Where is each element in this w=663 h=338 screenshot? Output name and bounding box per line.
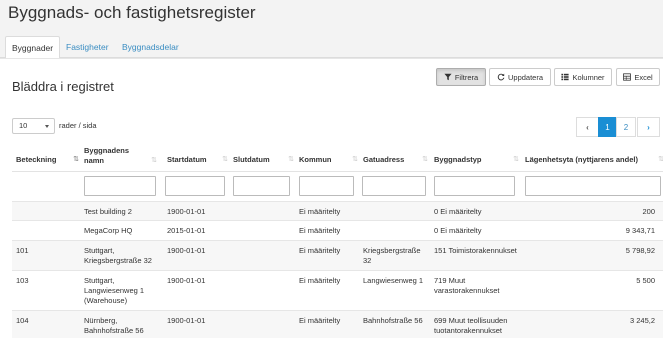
cell-startdatum: 2015-01-01 <box>167 226 206 235</box>
chevron-down-icon <box>45 125 49 128</box>
table-row[interactable]: 103 Stuttgart, Langwiesenweg 1 (Warehous… <box>12 270 663 310</box>
filter-input-startdatum[interactable] <box>165 176 225 196</box>
column-header-byggnadens-namn[interactable]: Byggnadens namn ⇅ <box>84 146 157 166</box>
column-header-byggnadstyp[interactable]: Byggnadstyp ⇅ <box>434 155 519 165</box>
table-row[interactable]: 104 Nürnberg, Bahnhofstraße 56 1900-01-0… <box>12 310 663 338</box>
filter-input-byggnadstyp[interactable] <box>434 176 515 196</box>
chevron-left-icon: ‹ <box>586 122 589 132</box>
cell-lagenhetsyta: 200 <box>642 207 655 216</box>
tab-bar: Byggnader Fastigheter Byggnadsdelar <box>0 36 663 59</box>
chevron-right-icon: › <box>647 122 650 132</box>
cell-byggnadens-namn: Test building 2 <box>84 207 132 216</box>
cell-gatuadress: Kriegsbergstraße 32 <box>363 246 421 265</box>
column-header-lagenhetsyta[interactable]: Lägenhetsyta (nyttjarens andel) ⇅ <box>525 155 663 165</box>
filter-input-lagenhetsyta[interactable] <box>525 176 661 196</box>
columns-button-label: Kolumner <box>572 72 605 82</box>
cell-byggnadstyp: 699 Muut teollisuuden tuotantorakennukse… <box>434 316 508 335</box>
table-row[interactable]: MegaCorp HQ 2015-01-01 Ei määritelty 0 E… <box>12 220 663 240</box>
filter-button-label: Filtrera <box>454 72 479 82</box>
sort-icon: ⇅ <box>352 156 358 163</box>
cell-lagenhetsyta: 5 798,92 <box>625 246 655 255</box>
excel-button-label: Excel <box>634 72 653 82</box>
sort-icon: ⇅ <box>513 156 519 163</box>
prev-page-button[interactable]: ‹ <box>576 117 599 137</box>
page-title: Byggnads- och fastighetsregister <box>8 3 256 22</box>
sort-icon: ⇅ <box>422 156 428 163</box>
cell-gatuadress: Bahnhofstraße 56 <box>363 316 423 325</box>
cell-lagenhetsyta: 3 245,2 <box>629 316 655 325</box>
filter-input-kommun[interactable] <box>299 176 354 196</box>
columns-button[interactable]: Kolumner <box>554 68 612 86</box>
header-divider <box>12 171 663 172</box>
cell-beteckning: 101 <box>16 246 29 255</box>
column-header-startdatum[interactable]: Startdatum ⇅ <box>167 155 228 165</box>
cell-byggnadens-namn: Stuttgart, Kriegsbergstraße 32 <box>84 246 152 265</box>
tab-fastigheter[interactable]: Fastigheter <box>60 36 115 58</box>
cell-byggnadens-namn: Stuttgart, Langwiesenweg 1 (Warehouse) <box>84 276 145 305</box>
sort-icon: ⇅ <box>151 157 157 164</box>
sort-icon: ⇅ <box>658 156 663 163</box>
refresh-icon <box>497 73 505 81</box>
cell-byggnadstyp: 151 Toimistorakennukset <box>434 246 517 255</box>
cell-gatuadress: Langwiesenweg 1 <box>363 276 424 285</box>
tab-byggnadsdelar[interactable]: Byggnadsdelar <box>116 36 185 58</box>
refresh-button[interactable]: Uppdatera <box>489 68 551 86</box>
sort-icon: ⇅ <box>222 156 228 163</box>
page-button-1[interactable]: 1 <box>598 117 617 137</box>
funnel-icon <box>444 73 452 81</box>
filter-input-slutdatum[interactable] <box>233 176 290 196</box>
column-header-kommun[interactable]: Kommun ⇅ <box>299 155 358 165</box>
cell-byggnadstyp: 0 Ei määritelty <box>434 207 482 216</box>
cell-beteckning: 104 <box>16 316 29 325</box>
cell-kommun: Ei määritelty <box>299 207 341 216</box>
cell-byggnadstyp: 0 Ei määritelty <box>434 226 482 235</box>
next-page-button[interactable]: › <box>637 117 660 137</box>
rows-per-page-label: rader / sida <box>59 121 97 130</box>
refresh-button-label: Uppdatera <box>507 72 544 82</box>
page-button-2[interactable]: 2 <box>616 117 636 137</box>
table-row[interactable]: 101 Stuttgart, Kriegsbergstraße 32 1900-… <box>12 240 663 270</box>
cell-byggnadstyp: 719 Muut varastorakennukset <box>434 276 500 295</box>
list-icon <box>561 73 570 81</box>
cell-byggnadens-namn: MegaCorp HQ <box>84 226 133 235</box>
filter-input-gatuadress[interactable] <box>362 176 426 196</box>
cell-kommun: Ei määritelty <box>299 316 341 325</box>
table-icon <box>623 73 632 81</box>
column-header-gatuadress[interactable]: Gatuadress ⇅ <box>363 155 428 165</box>
cell-byggnadens-namn: Nürnberg, Bahnhofstraße 56 <box>84 316 144 335</box>
register-panel: Bläddra i registret Filtrera Uppdatera K… <box>0 58 663 338</box>
sort-asc-icon: ⇅ <box>73 156 79 163</box>
cell-kommun: Ei määritelty <box>299 276 341 285</box>
page-size-select[interactable]: 10 <box>12 118 55 134</box>
cell-beteckning: 103 <box>16 276 29 285</box>
sort-icon: ⇅ <box>288 156 294 163</box>
page-size-value: 10 <box>19 121 28 130</box>
filter-button[interactable]: Filtrera <box>436 68 486 86</box>
panel-title: Bläddra i registret <box>12 79 114 94</box>
column-header-slutdatum[interactable]: Slutdatum ⇅ <box>233 155 294 165</box>
cell-kommun: Ei määritelty <box>299 246 341 255</box>
cell-lagenhetsyta: 9 343,71 <box>625 226 655 235</box>
cell-startdatum: 1900-01-01 <box>167 276 206 285</box>
cell-kommun: Ei määritelty <box>299 226 341 235</box>
filter-input-byggnadens-namn[interactable] <box>84 176 156 196</box>
excel-button[interactable]: Excel <box>616 68 660 86</box>
cell-startdatum: 1900-01-01 <box>167 316 206 325</box>
cell-startdatum: 1900-01-01 <box>167 207 206 216</box>
cell-startdatum: 1900-01-01 <box>167 246 206 255</box>
table-row[interactable]: Test building 2 1900-01-01 Ei määritelty… <box>12 201 663 220</box>
tab-byggnader[interactable]: Byggnader <box>5 36 61 59</box>
column-header-beteckning[interactable]: Beteckning ⇅ <box>16 155 79 165</box>
cell-lagenhetsyta: 5 500 <box>636 276 655 285</box>
